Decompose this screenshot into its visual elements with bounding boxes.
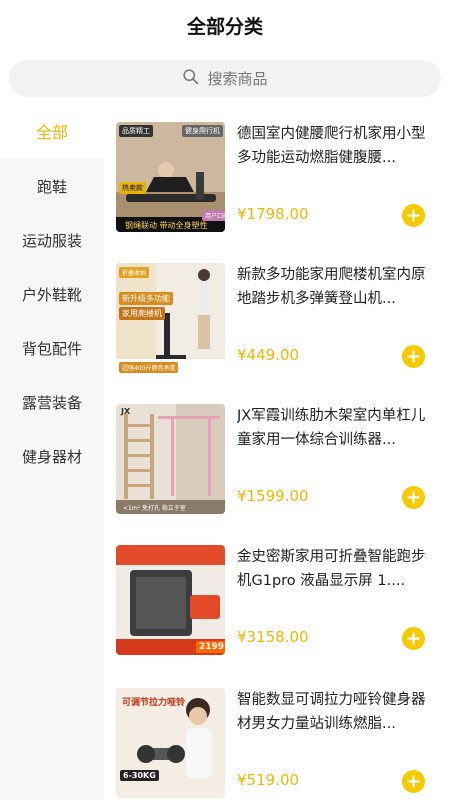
sidebar-item-camping-gear[interactable]: 露营装备 bbox=[0, 375, 104, 429]
sidebar-item-all[interactable]: 全部 bbox=[0, 104, 104, 158]
sidebar-item-label: 背包配件 bbox=[21, 339, 82, 358]
add-to-cart-button[interactable] bbox=[402, 345, 425, 368]
image-tag: 6-30KG bbox=[120, 770, 159, 781]
product-image[interactable]: 2199 bbox=[116, 545, 225, 655]
product-price: ¥1798.00 bbox=[237, 205, 309, 223]
sidebar-item-fitness-equipment[interactable]: 健身器材 bbox=[0, 429, 104, 483]
sidebar-item-label: 跑鞋 bbox=[36, 177, 67, 196]
image-tag: 新升级多功能 bbox=[119, 292, 173, 305]
sidebar-item-label: 户外鞋靴 bbox=[21, 285, 82, 304]
image-tag: 折叠收纳 bbox=[119, 267, 150, 278]
search-placeholder: 搜索商品 bbox=[207, 70, 268, 88]
product-name: 新款多功能家用爬楼机室内原地踏步机多弹簧登山机... bbox=[237, 267, 426, 307]
product-name: 金史密斯家用可折叠智能跑步机G1pro 液晶显示屏 1.... bbox=[237, 549, 426, 589]
image-tag: 可调节拉力哑铃 bbox=[122, 698, 186, 708]
product-price: ¥1599.00 bbox=[237, 487, 309, 505]
product-price: ¥519.00 bbox=[237, 771, 300, 789]
sidebar-item-sportswear[interactable]: 运动服装 bbox=[0, 213, 104, 267]
page-title: 全部分类 bbox=[186, 15, 263, 38]
product-card[interactable]: 品质精工 健身爬行机 热卖款 用户口碑 钢绳联动 带动全身塑性 德国室内健腰爬行… bbox=[116, 122, 436, 232]
product-card[interactable]: 可调节拉力哑铃 6-30KG 智能数显可调拉力哑铃健身器材男女力量站训练燃脂..… bbox=[116, 688, 436, 798]
product-image[interactable]: 可调节拉力哑铃 6-30KG bbox=[116, 688, 225, 798]
sidebar-item-label: 全部 bbox=[35, 123, 68, 142]
sidebar-item-label: 健身器材 bbox=[21, 447, 82, 466]
image-tag: 家用爬楼机 bbox=[119, 307, 165, 320]
product-image[interactable]: JX <1m² 免打孔 稳立于室 bbox=[116, 404, 225, 514]
product-image[interactable]: 品质精工 健身爬行机 热卖款 用户口碑 钢绳联动 带动全身塑性 bbox=[116, 122, 225, 232]
sidebar-item-label: 运动服装 bbox=[21, 231, 82, 250]
page-header: 全部分类 bbox=[0, 0, 450, 50]
product-card[interactable]: 2199 金史密斯家用可折叠智能跑步机G1pro 液晶显示屏 1.... ¥31… bbox=[116, 545, 436, 655]
sidebar-item-outdoor-footwear[interactable]: 户外鞋靴 bbox=[0, 267, 104, 321]
image-tag: 热卖款 bbox=[119, 182, 146, 194]
plus-icon bbox=[407, 491, 420, 504]
plus-icon bbox=[407, 775, 420, 788]
image-tag: JX bbox=[121, 407, 131, 416]
plus-icon bbox=[407, 632, 420, 645]
sidebar-item-label: 露营装备 bbox=[21, 393, 82, 412]
search-bar[interactable]: 搜索商品 bbox=[9, 60, 441, 97]
add-to-cart-button[interactable] bbox=[402, 486, 425, 509]
product-name: 智能数显可调拉力哑铃健身器材男女力量站训练燃脂... bbox=[237, 692, 426, 732]
plus-icon bbox=[407, 350, 420, 363]
product-name: 德国室内健腰爬行机家用小型多功能运动燃脂健腹腰... bbox=[237, 126, 426, 166]
product-price: ¥3158.00 bbox=[237, 628, 309, 646]
add-to-cart-button[interactable] bbox=[402, 204, 425, 227]
product-card[interactable]: 折叠收纳 新升级多功能 家用爬楼机 超强400斤静音承重 新款多功能家用爬楼机室… bbox=[116, 263, 436, 373]
add-to-cart-button[interactable] bbox=[402, 770, 425, 793]
image-tag: 2199 bbox=[196, 641, 225, 653]
product-image[interactable]: 折叠收纳 新升级多功能 家用爬楼机 超强400斤静音承重 bbox=[116, 263, 225, 373]
product-card[interactable]: JX <1m² 免打孔 稳立于室 JX军霞训练肋木架室内单杠儿童家用一体综合训练… bbox=[116, 404, 436, 514]
image-tag: 品质精工 bbox=[119, 125, 153, 137]
image-tag: <1m² 免打孔 稳立于室 bbox=[123, 505, 186, 512]
sidebar-item-running-shoes[interactable]: 跑鞋 bbox=[0, 159, 104, 213]
sidebar-item-bags-accessories[interactable]: 背包配件 bbox=[0, 321, 104, 375]
product-name: JX军霞训练肋木架室内单杠儿童家用一体综合训练器... bbox=[237, 408, 426, 448]
search-icon bbox=[182, 68, 199, 89]
image-tag: 超强400斤静音承重 bbox=[119, 362, 179, 373]
plus-icon bbox=[407, 209, 420, 222]
image-tag: 健身爬行机 bbox=[182, 125, 223, 137]
add-to-cart-button[interactable] bbox=[402, 627, 425, 650]
product-price: ¥449.00 bbox=[237, 346, 300, 364]
category-sidebar: 全部 跑鞋 运动服装 户外鞋靴 背包配件 露营装备 健身器材 bbox=[0, 104, 104, 800]
image-tag: 钢绳联动 带动全身塑性 bbox=[125, 221, 208, 230]
